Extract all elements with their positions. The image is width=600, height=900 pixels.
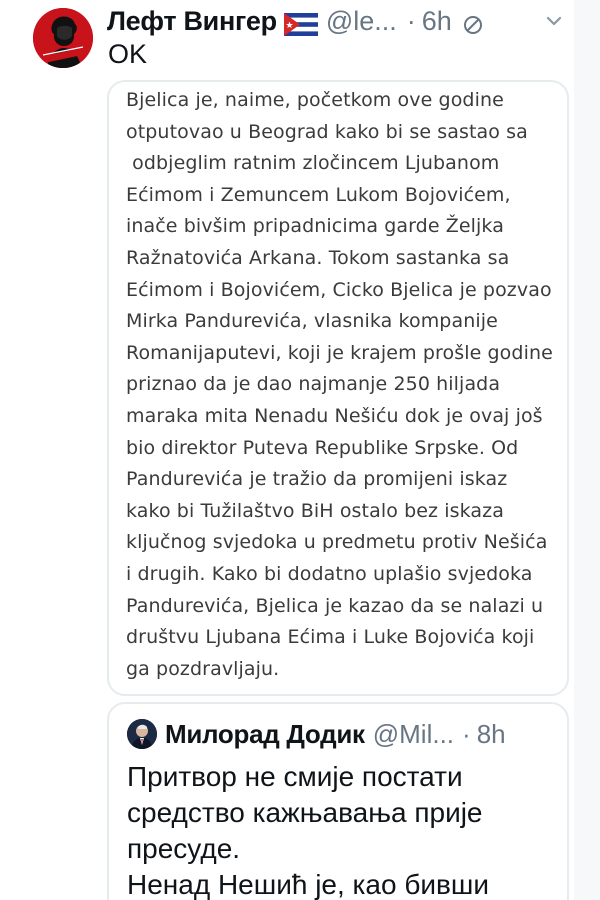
edited-icon: [462, 10, 484, 34]
image-text-line: inače bivšim pripadnicima garde Željka: [126, 215, 504, 238]
quoted-tweet-header: Милорад Додик @Mil... · 8h: [127, 718, 506, 750]
quoted-separator: ·: [462, 718, 471, 749]
quoted-text-line: Ненад Нешић је, као бивши: [127, 869, 489, 900]
quoted-timestamp[interactable]: 8h: [477, 719, 506, 750]
tweet-header: Лефт Вингер @le... · 6h: [107, 4, 577, 38]
image-text-line: Ećimom i Zemuncem Lukom Bojovićem,: [126, 183, 511, 206]
image-text-line: i drugih. Kako bi dodatno uplašio svjedo…: [126, 562, 533, 585]
image-text-line: Ećimom i Bojovićem, Cicko Bjelica je poz…: [126, 278, 552, 301]
author-display-name[interactable]: Лефт Вингер: [107, 4, 277, 38]
chevron-down-icon[interactable]: [543, 10, 565, 32]
image-text-line: bio direktor Puteva Republike Srpske. Od: [126, 436, 519, 459]
quoted-user-avatar[interactable]: [127, 719, 157, 749]
image-text-line: Mirka Pandurevića, vlasnika kompanije: [126, 310, 498, 333]
image-text-line: kako bi Tužilaštvo BiH ostalo bez iskaza: [126, 499, 504, 522]
image-text-line: Bjelica je, naime, početkom ove godine: [126, 89, 504, 111]
image-text-line: ga pozdravljaju.: [126, 657, 280, 680]
avatar-image: [33, 8, 93, 68]
image-text-line: Pandurevića je tražio da promijeni iskaz: [126, 468, 508, 491]
cuba-flag-icon: [283, 10, 318, 36]
tweet-image[interactable]: Bjelica je, naime, početkom ove godine o…: [107, 80, 569, 696]
quoted-handle[interactable]: @Mil...: [373, 719, 454, 750]
header-separator: ·: [406, 6, 416, 36]
author-handle[interactable]: @le...: [326, 4, 397, 38]
tweet-text: OK: [108, 39, 148, 69]
quoted-tweet[interactable]: Милорад Додик @Mil... · 8h Притвор не см…: [107, 702, 569, 900]
image-text-line: Romanijaputevi, koji je krajem prošle go…: [126, 341, 553, 364]
image-text-line: ključnog svjedoka u predmetu protiv Neši…: [126, 531, 548, 554]
quoted-text-line: средство кажњавања прије: [127, 797, 483, 828]
quoted-tweet-text: Притвор не смије постати средство кажњав…: [127, 759, 567, 900]
image-text-line: Ražnatovića Arkana. Tokom sastanka sa: [126, 246, 510, 269]
image-text-line: društvu Ljubana Ećima i Luke Bojovića ko…: [126, 626, 535, 649]
author-avatar[interactable]: [33, 8, 93, 68]
quoted-text-line: пресуде.: [127, 833, 241, 864]
image-text-line: maraka mita Nenadu Nešiću dok je ovaj jo…: [126, 404, 543, 427]
image-text-line: priznao da je dao najmanje 250 hiljada: [126, 373, 501, 396]
image-text-block: Bjelica je, naime, početkom ove godine o…: [126, 85, 566, 685]
image-text-line: otputovao u Beograd kako bi se sastao sa: [126, 120, 528, 143]
tweet-timestamp[interactable]: 6h: [422, 4, 452, 38]
quoted-display-name[interactable]: Милорад Додик: [165, 719, 365, 750]
quoted-text-line: Притвор не смије постати: [127, 761, 463, 792]
image-text-line: odbjeglim ratnim zločincem Ljubanom: [126, 152, 500, 175]
image-text-line: Pandurevića, Bjelica je kazao da se nala…: [126, 594, 544, 617]
right-edge-strip: [574, 0, 600, 900]
